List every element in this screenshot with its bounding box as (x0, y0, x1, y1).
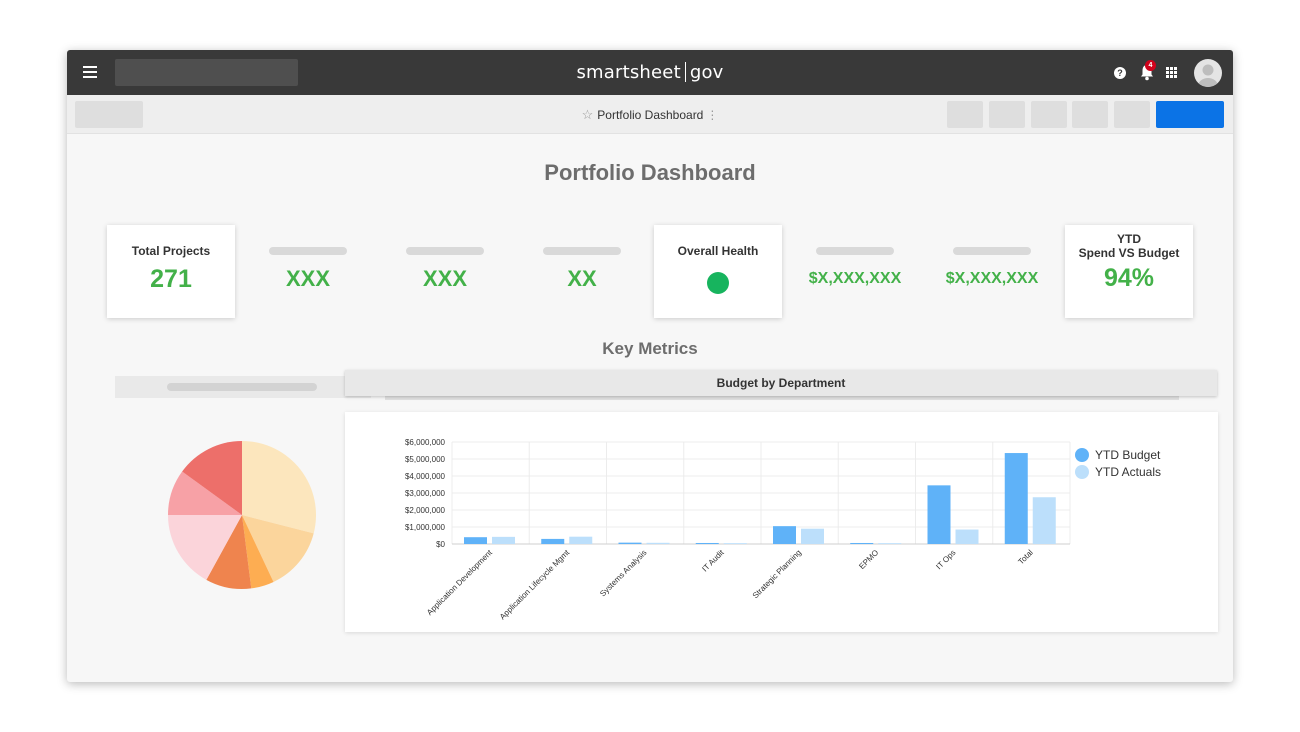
toolbar-button-1[interactable] (947, 101, 983, 128)
pie-chart (168, 441, 317, 590)
y-tick-label: $2,000,000 (405, 506, 446, 515)
legend-swatch-actuals (1075, 465, 1089, 479)
y-tick-label: $3,000,000 (405, 489, 446, 498)
metric-widget-3: XX (518, 247, 646, 292)
y-tick-label: $0 (436, 540, 445, 549)
ytd-spend-card: YTD Spend VS Budget 94% (1065, 225, 1193, 318)
bar-actuals-1[interactable] (569, 536, 593, 544)
top-navigation-bar: smartsheet gov ? 4 (67, 50, 1233, 95)
x-tick-label: EPMO (857, 548, 880, 571)
bar-budget-0[interactable] (464, 537, 487, 544)
pie-panel-header (115, 376, 371, 398)
legend-label-actuals: YTD Actuals (1095, 465, 1162, 479)
bar-budget-1[interactable] (541, 538, 565, 544)
bar-actuals-2[interactable] (646, 542, 670, 544)
x-tick-label: Application Lifecycle Mgmt (498, 548, 572, 622)
metric-value-3: XX (567, 266, 597, 291)
legend-swatch-budget (1075, 448, 1089, 462)
metric-widget-2: XXX (381, 247, 509, 292)
metric-value-1: XXX (285, 266, 331, 291)
metric-value-2: XXX (422, 266, 468, 291)
total-projects-card: Total Projects 271 (107, 225, 235, 318)
star-icon[interactable]: ☆ (582, 107, 594, 122)
bar-budget-6[interactable] (927, 485, 951, 544)
metric-widget-1: XXX (244, 247, 372, 292)
total-projects-label: Total Projects (131, 244, 211, 258)
legend-label-budget: YTD Budget (1095, 448, 1161, 462)
apps-grid-icon[interactable] (1166, 67, 1178, 79)
metric-label-placeholder (406, 247, 484, 255)
health-status-indicator (707, 272, 729, 294)
budget-chart-panel: $0 $1,000,000 $2,000,000 $3,000,000 $4,000,0… (345, 412, 1218, 632)
money-widget-1: $X,XXX,XXX (791, 247, 919, 288)
bar-actuals-5[interactable] (878, 543, 902, 544)
pie-panel-title-placeholder (167, 383, 317, 391)
app-window: smartsheet gov ? 4 ☆ Portfolio Dashboard ⋮ (67, 50, 1233, 682)
smartsheet-gov-logo[interactable]: smartsheet gov (67, 62, 1233, 83)
sheet-toolbar: ☆ Portfolio Dashboard ⋮ (67, 95, 1233, 134)
bar-budget-5[interactable] (850, 542, 874, 544)
sheet-title-text: Portfolio Dashboard (597, 108, 704, 122)
metric-label-placeholder (269, 247, 347, 255)
x-tick-label: Strategic Planning (751, 548, 803, 600)
x-tick-label: Systems Analysis (598, 548, 648, 598)
chart-legend: YTD Budget YTD Actuals (1075, 448, 1161, 482)
y-tick-label: $5,000,000 (405, 455, 446, 464)
money-value-1: $X,XXX,XXX (808, 270, 902, 287)
bar-actuals-7[interactable] (1032, 497, 1056, 544)
ytd-label-line2: Spend VS Budget (1078, 246, 1180, 260)
logo-separator (684, 62, 686, 82)
metric-label-placeholder (543, 247, 621, 255)
x-tick-label: Total (1016, 548, 1034, 566)
bar-budget-3[interactable] (695, 542, 719, 544)
overall-health-label: Overall Health (677, 244, 759, 258)
legend-item-ytd-budget[interactable]: YTD Budget (1075, 448, 1161, 465)
dashboard-title: Portfolio Dashboard (544, 160, 756, 185)
x-tick-label: IT Ops (934, 548, 957, 571)
y-tick-label: $6,000,000 (405, 438, 446, 447)
money-value-2: $X,XXX,XXX (945, 270, 1039, 287)
total-projects-value: 271 (150, 265, 192, 293)
metric-label-placeholder (953, 247, 1031, 255)
logo-text-gov: gov (689, 62, 724, 83)
bar-budget-7[interactable] (1004, 453, 1028, 544)
toolbar-primary-button[interactable] (1156, 101, 1224, 128)
legend-item-ytd-actuals[interactable]: YTD Actuals (1075, 465, 1161, 482)
ytd-label-line1: YTD (1117, 232, 1141, 246)
chart-header-underline (385, 396, 1179, 400)
help-icon[interactable]: ? (1114, 67, 1126, 79)
key-metrics-heading: Key Metrics (602, 339, 698, 358)
bar-actuals-6[interactable] (955, 529, 979, 544)
notification-count-badge: 4 (1145, 60, 1156, 71)
bar-actuals-0[interactable] (492, 536, 515, 544)
metric-label-placeholder (816, 247, 894, 255)
bar-actuals-4[interactable] (801, 528, 824, 544)
bar-actuals-3[interactable] (723, 543, 747, 544)
overall-health-card: Overall Health (654, 225, 782, 318)
bar-budget-2[interactable] (618, 542, 642, 544)
toolbar-button-2[interactable] (989, 101, 1025, 128)
x-tick-label: Application Development (425, 548, 494, 617)
money-widget-2: $X,XXX,XXX (928, 247, 1056, 288)
toolbar-button-5[interactable] (1114, 101, 1150, 128)
budget-bar-chart: $0 $1,000,000 $2,000,000 $3,000,000 $4,000,0… (405, 438, 1071, 622)
x-tick-label: IT Audit (700, 548, 726, 574)
more-vertical-icon[interactable]: ⋮ (706, 108, 718, 122)
logo-text-smartsheet: smartsheet (576, 62, 681, 83)
bar-budget-4[interactable] (773, 526, 796, 544)
toolbar-button-4[interactable] (1072, 101, 1108, 128)
toolbar-button-3[interactable] (1031, 101, 1067, 128)
y-tick-label: $1,000,000 (405, 523, 446, 532)
budget-chart-title: Budget by Department (345, 370, 1217, 396)
ytd-spend-value: 94% (1103, 264, 1155, 292)
avatar-icon[interactable] (1194, 59, 1222, 87)
y-tick-label: $4,000,000 (405, 472, 446, 481)
